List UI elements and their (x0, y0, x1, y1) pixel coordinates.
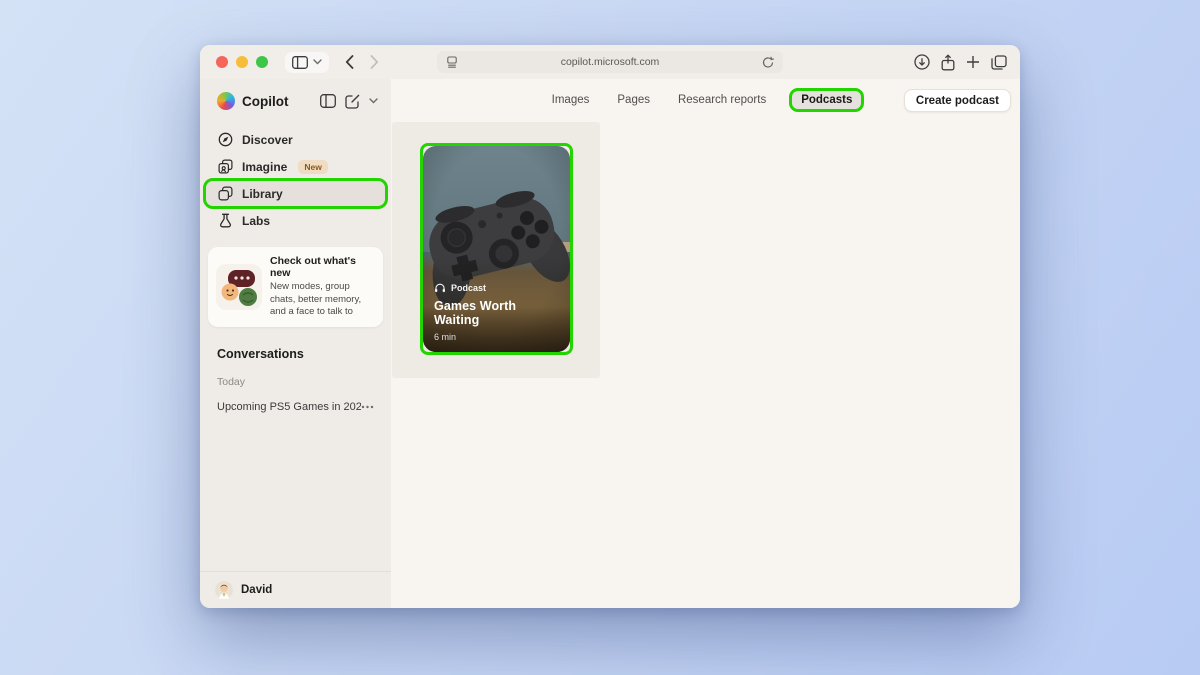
conversation-item[interactable]: Upcoming PS5 Games in 2026 Po... (217, 401, 374, 413)
headphones-icon (434, 282, 446, 293)
photos-icon (218, 159, 233, 174)
reload-icon[interactable] (762, 56, 774, 69)
tab-podcasts[interactable]: Podcasts (792, 91, 861, 109)
sidebar-toggle-button[interactable] (285, 52, 329, 73)
library-icon (218, 186, 233, 201)
chevron-down-icon[interactable] (369, 98, 378, 104)
podcast-duration: 6 min (434, 332, 562, 342)
flask-icon (218, 213, 233, 228)
library-content: Images Pages Research reports Podcasts C… (391, 79, 1020, 608)
close-window-button[interactable] (216, 56, 228, 68)
brand-title: Copilot (242, 94, 289, 109)
compass-icon (218, 132, 233, 147)
whats-new-body: New modes, group chats, better memory, a… (270, 281, 375, 319)
forward-button[interactable] (370, 55, 379, 69)
sidebar-item-imagine[interactable]: Imagine New (206, 154, 385, 179)
sidebar-item-library[interactable]: Library (206, 181, 385, 206)
tab-overview-button[interactable] (991, 55, 1007, 70)
tab-images[interactable]: Images (550, 91, 592, 109)
chevron-down-icon (313, 59, 322, 65)
podcast-title: Games Worth Waiting (434, 299, 562, 327)
sidebar-item-discover[interactable]: Discover (206, 127, 385, 152)
copilot-logo-icon (217, 92, 235, 110)
browser-titlebar: copilot.microsoft.com (200, 45, 1020, 79)
whats-new-illustration-icon (216, 255, 262, 319)
whats-new-title: Check out what's new (270, 255, 375, 279)
tab-research-reports[interactable]: Research reports (676, 91, 768, 109)
podcast-card-annotation: Podcast Games Worth Waiting 6 min (420, 143, 573, 355)
share-button[interactable] (941, 54, 955, 71)
podcast-type-label: Podcast (451, 283, 486, 293)
conversations-header: Conversations (217, 347, 374, 361)
sidebar: Copilot (200, 79, 391, 608)
page-settings-icon[interactable] (446, 56, 458, 68)
more-options-icon[interactable] (361, 405, 374, 409)
sidebar-item-label: Discover (242, 133, 293, 147)
sidebar-item-labs[interactable]: Labs (206, 208, 385, 233)
user-name: David (241, 584, 272, 596)
sidebar-item-label: Labs (242, 214, 270, 228)
browser-window: copilot.microsoft.com Cop (200, 45, 1020, 608)
podcast-card[interactable]: Podcast Games Worth Waiting 6 min (423, 146, 570, 352)
zoom-window-button[interactable] (256, 56, 268, 68)
address-bar[interactable]: copilot.microsoft.com (437, 51, 783, 73)
conversations-group-label: Today (217, 376, 374, 388)
collapse-sidebar-icon[interactable] (320, 94, 336, 108)
sidebar-item-label: Library (242, 187, 283, 201)
create-podcast-button[interactable]: Create podcast (904, 89, 1011, 112)
tab-pages[interactable]: Pages (615, 91, 652, 109)
sidebar-item-label: Imagine (242, 160, 287, 174)
back-button[interactable] (345, 55, 354, 69)
avatar (215, 581, 233, 599)
url-text: copilot.microsoft.com (458, 56, 762, 68)
minimize-window-button[interactable] (236, 56, 248, 68)
new-tab-button[interactable] (966, 55, 980, 69)
traffic-lights (216, 56, 268, 68)
new-badge: New (298, 160, 327, 174)
sidebar-toggle-icon (292, 56, 308, 69)
conversation-title: Upcoming PS5 Games in 2026 Po... (217, 401, 361, 413)
whats-new-card[interactable]: Check out what's new New modes, group ch… (208, 247, 383, 327)
downloads-button[interactable] (914, 54, 930, 70)
new-chat-icon[interactable] (345, 94, 360, 109)
user-account-row[interactable]: David (200, 571, 391, 608)
